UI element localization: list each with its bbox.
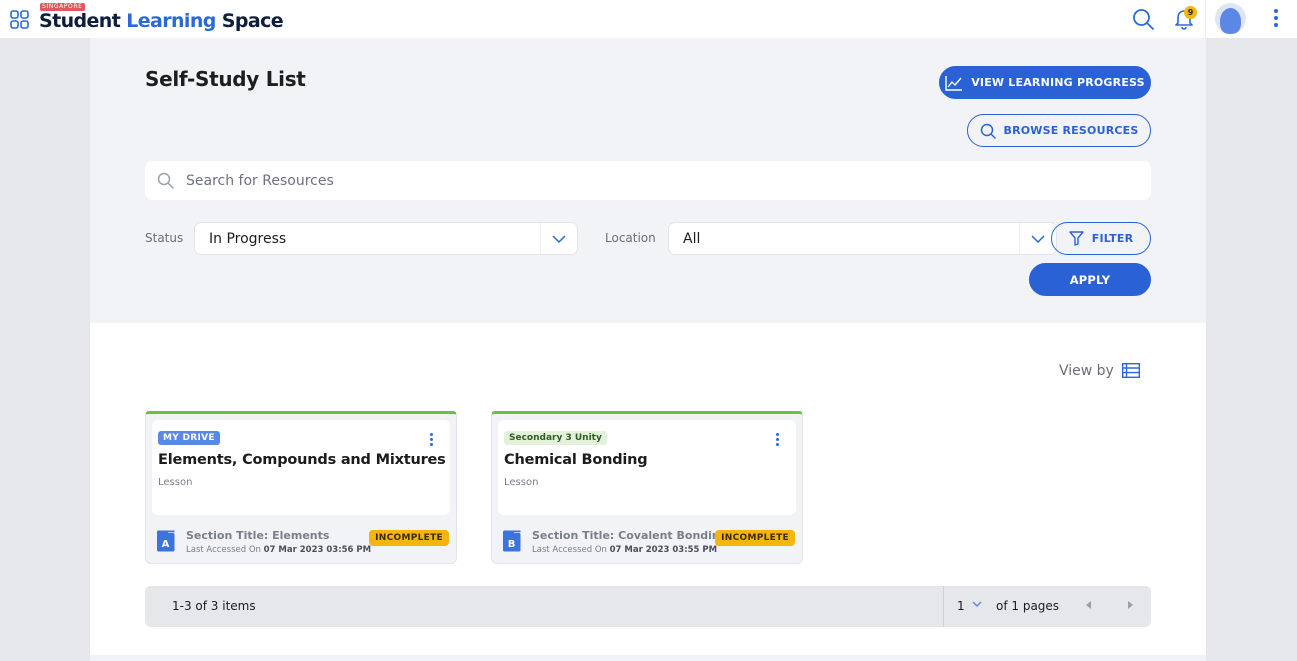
card-title[interactable]: Elements, Compounds and Mixtures	[158, 452, 446, 468]
more-vertical-icon[interactable]	[1270, 8, 1282, 30]
funnel-icon	[1069, 231, 1084, 246]
search-icon[interactable]	[1131, 7, 1155, 31]
last-accessed: Last Accessed On 07 Mar 2023 03:56 PM	[186, 545, 371, 555]
browse-resources-button[interactable]: BROWSE RESOURCES	[967, 114, 1151, 147]
location-selected-value: All	[683, 231, 701, 247]
svg-text:B: B	[508, 539, 516, 550]
search-icon	[157, 172, 174, 189]
page-title: Self-Study List	[145, 67, 306, 91]
location-dropdown[interactable]: All	[668, 222, 1057, 255]
notification-badge: 9	[1184, 6, 1197, 19]
top-bar: SINGAPORE Student Learning Space 9	[0, 0, 1297, 38]
pagination-divider	[943, 586, 944, 627]
last-accessed-value: 07 Mar 2023 03:55 PM	[609, 545, 718, 555]
card-footer: B Section Title: Covalent Bonding Last A…	[492, 524, 802, 559]
main-content: Self-Study List VIEW LEARNING PROGRESS B…	[90, 38, 1206, 661]
last-accessed-label: Last Accessed On	[186, 545, 261, 555]
list-view-icon[interactable]	[1122, 363, 1140, 378]
next-page-icon[interactable]	[1127, 601, 1133, 609]
status-badge: INCOMPLETE	[369, 530, 449, 546]
view-by-label: View by	[1059, 363, 1114, 379]
class-tag: Secondary 3 Unity	[504, 431, 607, 445]
section-folder-icon: A	[157, 530, 175, 552]
location-tag: MY DRIVE	[158, 431, 220, 445]
chevron-down-icon[interactable]	[972, 601, 982, 608]
search-icon	[980, 123, 996, 139]
search-input[interactable]	[186, 172, 1086, 189]
status-selected-value: In Progress	[209, 231, 287, 247]
card-title[interactable]: Chemical Bonding	[504, 452, 648, 468]
logo-word-learning: Learning	[126, 10, 216, 32]
view-learning-progress-button[interactable]: VIEW LEARNING PROGRESS	[939, 66, 1151, 99]
chevron-down-icon[interactable]	[540, 223, 577, 254]
filter-label: FILTER	[1091, 232, 1134, 245]
status-dropdown[interactable]: In Progress	[194, 222, 578, 255]
apply-label: APPLY	[1069, 272, 1111, 287]
items-count: 1-3 of 3 items	[172, 599, 256, 613]
browse-resources-label: BROWSE RESOURCES	[1003, 124, 1139, 137]
view-learning-progress-label: VIEW LEARNING PROGRESS	[971, 76, 1145, 89]
pagination-bar: 1-3 of 3 items 1 of 1 pages	[145, 586, 1151, 627]
resource-card[interactable]: Secondary 3 Unity Chemical Bonding Lesso…	[491, 411, 803, 564]
page-select[interactable]: 1	[957, 599, 965, 613]
section-title: Section Title: Elements	[186, 529, 330, 542]
footer-strip	[90, 655, 1206, 661]
status-filter-label: Status	[145, 231, 184, 245]
header-divider	[1205, 0, 1206, 38]
filter-button[interactable]: FILTER	[1051, 222, 1151, 255]
card-more-icon[interactable]	[428, 432, 434, 450]
apps-grid-icon[interactable]	[10, 10, 29, 29]
total-pages: of 1 pages	[996, 599, 1060, 613]
last-accessed-value: 07 Mar 2023 03:56 PM	[263, 545, 372, 555]
last-accessed: Last Accessed On 07 Mar 2023 03:55 PM	[532, 545, 717, 555]
card-resource-type: Lesson	[504, 477, 539, 488]
resource-card[interactable]: MY DRIVE Elements, Compounds and Mixture…	[145, 411, 457, 564]
card-resource-type: Lesson	[158, 477, 193, 488]
status-badge: INCOMPLETE	[715, 530, 795, 546]
location-filter-label: Location	[605, 231, 656, 245]
previous-page-icon[interactable]	[1086, 601, 1092, 609]
card-body: MY DRIVE Elements, Compounds and Mixture…	[152, 420, 450, 515]
page-header-area: Self-Study List VIEW LEARNING PROGRESS B…	[90, 38, 1206, 323]
logo-text: Student Learning Space	[39, 10, 284, 32]
line-chart-icon	[945, 75, 963, 91]
last-accessed-label: Last Accessed On	[532, 545, 607, 555]
section-folder-icon: B	[503, 530, 521, 552]
logo-word-student: Student	[39, 10, 121, 32]
resource-search-field[interactable]	[145, 161, 1151, 200]
logo-word-space: Space	[221, 10, 284, 32]
avatar-face-icon	[1220, 8, 1241, 34]
card-more-icon[interactable]	[774, 432, 780, 450]
section-title: Section Title: Covalent Bonding	[532, 529, 728, 542]
apply-button[interactable]: APPLY	[1029, 263, 1151, 296]
svg-text:A: A	[162, 539, 170, 550]
card-footer: A Section Title: Elements Last Accessed …	[146, 524, 456, 559]
avatar[interactable]	[1215, 3, 1246, 34]
card-body: Secondary 3 Unity Chemical Bonding Lesso…	[498, 420, 796, 515]
